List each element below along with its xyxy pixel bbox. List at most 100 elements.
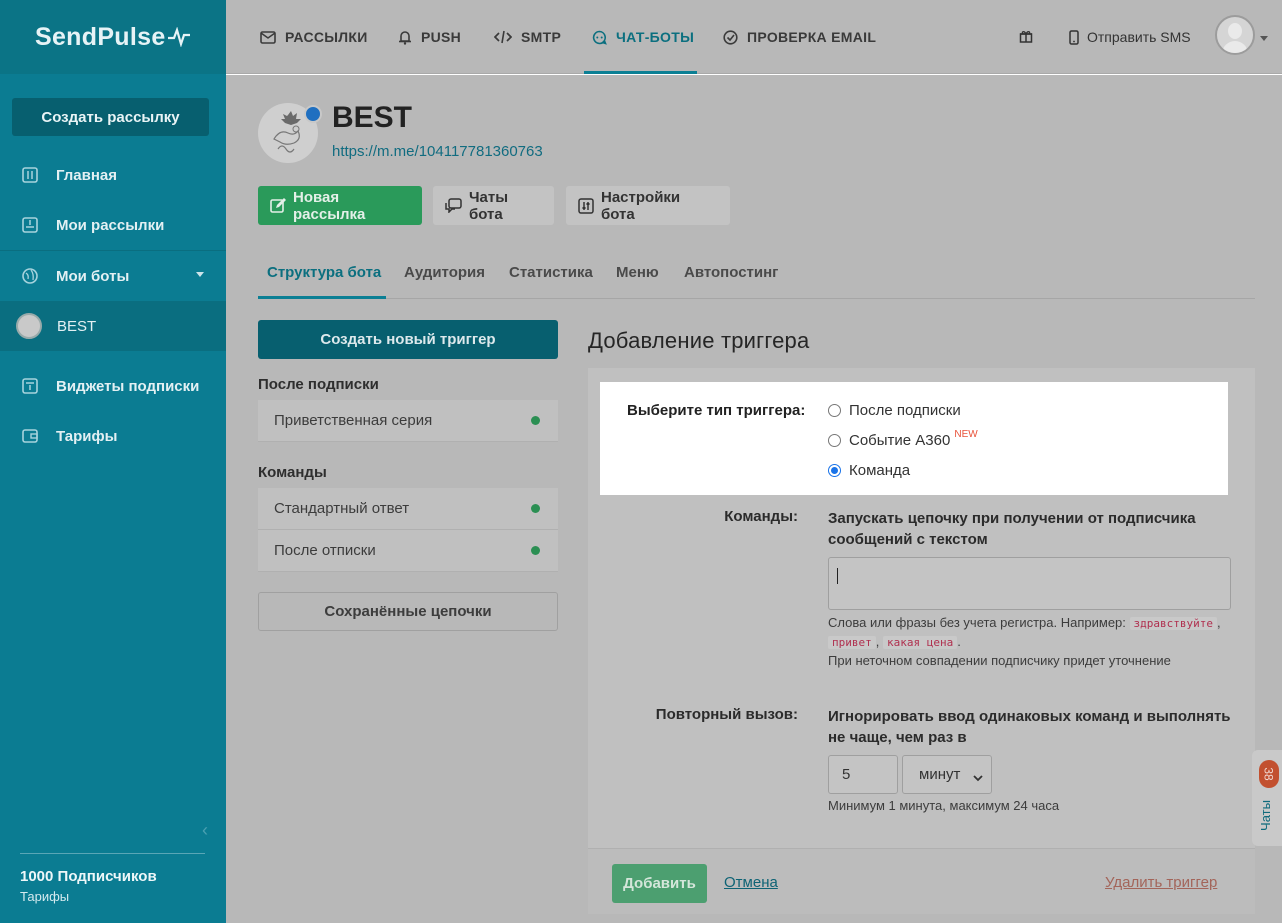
- repeat-help: Минимум 1 минута, максимум 24 часа: [828, 798, 1060, 813]
- form-title: Добавление триггера: [588, 328, 810, 353]
- commands-description: Запускать цепочку при получении от подпи…: [828, 508, 1196, 550]
- sidebar-item-my-bots[interactable]: Мои боты: [0, 251, 226, 301]
- radio-option-a360-event[interactable]: Событие A360 NEW: [828, 429, 978, 449]
- tab-statistics[interactable]: Статистика: [509, 261, 593, 299]
- radio-label: Событие A360: [849, 432, 951, 449]
- user-avatar[interactable]: [1215, 15, 1255, 55]
- tab-audience[interactable]: Аудитория: [404, 261, 485, 299]
- tab-menu[interactable]: Меню: [616, 261, 659, 299]
- bot-settings-button[interactable]: Настройки бота: [566, 186, 730, 225]
- trigger-item[interactable]: Стандартный ответ: [258, 488, 558, 530]
- chats-icon: [445, 198, 462, 213]
- group-title-after-subscribe: После подписки: [258, 376, 379, 393]
- bot-link[interactable]: https://m.me/104117781360763: [332, 143, 543, 160]
- sidebar-item-label: Виджеты подписки: [56, 377, 200, 395]
- delete-trigger-link[interactable]: Удалить триггер: [1105, 874, 1217, 891]
- button-label: Чаты бота: [469, 188, 509, 223]
- trigger-label: Стандартный ответ: [274, 500, 410, 517]
- chatbot-icon: [592, 30, 607, 45]
- nav-chatbots[interactable]: ЧАТ-БОТЫ: [592, 0, 694, 74]
- repeat-unit-select[interactable]: минут: [902, 755, 992, 794]
- sendpulse-logo[interactable]: SendPulse: [35, 23, 190, 52]
- chats-widget-tab[interactable]: 38 Чаты: [1252, 750, 1282, 846]
- new-mailing-button[interactable]: Новая рассылка: [258, 186, 422, 225]
- nav-smtp[interactable]: SMTP: [494, 0, 561, 74]
- logo-area: SendPulse: [0, 0, 226, 74]
- radio-button-checked[interactable]: [828, 464, 841, 477]
- radio-button[interactable]: [828, 434, 841, 447]
- sidebar-item-label: Тарифы: [56, 427, 118, 445]
- status-dot: [531, 416, 540, 425]
- main-content: BEST https://m.me/104117781360763 Новая …: [226, 75, 1282, 923]
- nav-mailings[interactable]: РАССЫЛКИ: [260, 0, 368, 74]
- chats-count: 38: [1261, 767, 1276, 781]
- sidebar-item-widgets[interactable]: Виджеты подписки: [0, 361, 226, 411]
- sidebar-item-label: Мои рассылки: [56, 216, 165, 234]
- code-icon: [494, 30, 512, 44]
- radio-button[interactable]: [828, 404, 841, 417]
- bell-icon: [398, 30, 412, 45]
- tab-autoposting[interactable]: Автопостинг: [684, 261, 778, 299]
- chevron-down-icon: [196, 272, 204, 277]
- phone-icon: [1069, 29, 1079, 45]
- radio-label: Команда: [849, 462, 911, 479]
- radio-option-command[interactable]: Команда: [828, 462, 910, 479]
- chevron-down-icon: [973, 769, 983, 786]
- send-sms-label: Отправить SMS: [1087, 29, 1191, 45]
- bot-name: BEST: [332, 101, 413, 134]
- sidebar-item-label: BEST: [57, 317, 97, 335]
- sidebar-item-my-mailings[interactable]: Мои рассылки: [0, 200, 226, 250]
- wallet-icon: [21, 427, 39, 445]
- top-navigation: РАССЫЛКИ PUSH SMTP ЧАТ-БОТЫ ПРОВЕРКА EMA…: [226, 0, 1282, 74]
- sidebar-item-home[interactable]: Главная: [0, 150, 226, 200]
- create-mailing-button[interactable]: Создать рассылку: [12, 98, 209, 136]
- bot-tabs: Структура бота Аудитория Статистика Меню…: [258, 261, 1255, 299]
- new-badge: NEW: [954, 429, 978, 440]
- trigger-item[interactable]: После отписки: [258, 530, 558, 572]
- send-sms-button[interactable]: Отправить SMS: [1069, 0, 1191, 74]
- commands-desc-line: Запускать цепочку при получении от подпи…: [828, 510, 1196, 527]
- button-label: Новая рассылка: [293, 188, 366, 223]
- active-nav-indicator: [584, 71, 697, 74]
- bot-avatar: [16, 313, 42, 339]
- example-code: здравствуйте: [1129, 617, 1218, 630]
- add-button[interactable]: Добавить: [612, 864, 707, 903]
- help-line: Слова или фразы без учета регистра. Напр…: [828, 615, 1221, 630]
- nav-label: PUSH: [421, 29, 462, 45]
- repeat-description: Игнорировать ввод одинаковых команд и вы…: [828, 706, 1231, 748]
- status-dot: [531, 546, 540, 555]
- help-text: Слова или фразы без учета регистра. Напр…: [828, 615, 1126, 630]
- selected-unit: минут: [919, 766, 961, 783]
- trigger-item[interactable]: Приветственная серия: [258, 400, 558, 442]
- collapse-sidebar-icon[interactable]: ‹: [202, 820, 208, 841]
- globe-icon: [21, 267, 39, 285]
- bot-chats-button[interactable]: Чаты бота: [433, 186, 554, 225]
- sidebar-item-label: Главная: [56, 166, 118, 184]
- widget-icon: [21, 377, 39, 395]
- commands-input[interactable]: [828, 557, 1231, 610]
- gift-button[interactable]: [1019, 0, 1033, 74]
- home-icon: [21, 166, 39, 184]
- create-trigger-button[interactable]: Создать новый триггер: [258, 320, 558, 359]
- chats-count-badge: 38: [1259, 760, 1279, 788]
- example-code: какая цена: [882, 636, 958, 649]
- sidebar-item-bot-best[interactable]: BEST: [0, 301, 226, 351]
- radio-option-after-subscribe[interactable]: После подписки: [828, 402, 961, 419]
- nav-push[interactable]: PUSH: [398, 0, 461, 74]
- button-label: Настройки бота: [601, 188, 681, 223]
- tab-bot-structure[interactable]: Структура бота: [258, 261, 386, 299]
- repeat-interval-input[interactable]: 5: [828, 755, 898, 794]
- chats-label: Чаты: [1258, 796, 1278, 836]
- nav-label: ПРОВЕРКА EMAIL: [747, 29, 877, 45]
- commands-label: Команды:: [724, 508, 798, 525]
- saved-chains-button[interactable]: Сохранённые цепочки: [258, 592, 558, 631]
- sidebar-item-tariffs[interactable]: Тарифы: [0, 411, 226, 461]
- nav-label: РАССЫЛКИ: [285, 29, 368, 45]
- group-title-commands: Команды: [258, 464, 327, 481]
- cancel-link[interactable]: Отмена: [724, 874, 778, 891]
- nav-email-verification[interactable]: ПРОВЕРКА EMAIL: [723, 0, 876, 74]
- chevron-down-icon[interactable]: [1260, 36, 1268, 41]
- tariffs-link[interactable]: Тарифы: [20, 889, 69, 904]
- commands-help: Слова или фразы без учета регистра. Напр…: [828, 614, 1231, 670]
- help-line: При неточном совпадении подписчику приде…: [828, 653, 1171, 668]
